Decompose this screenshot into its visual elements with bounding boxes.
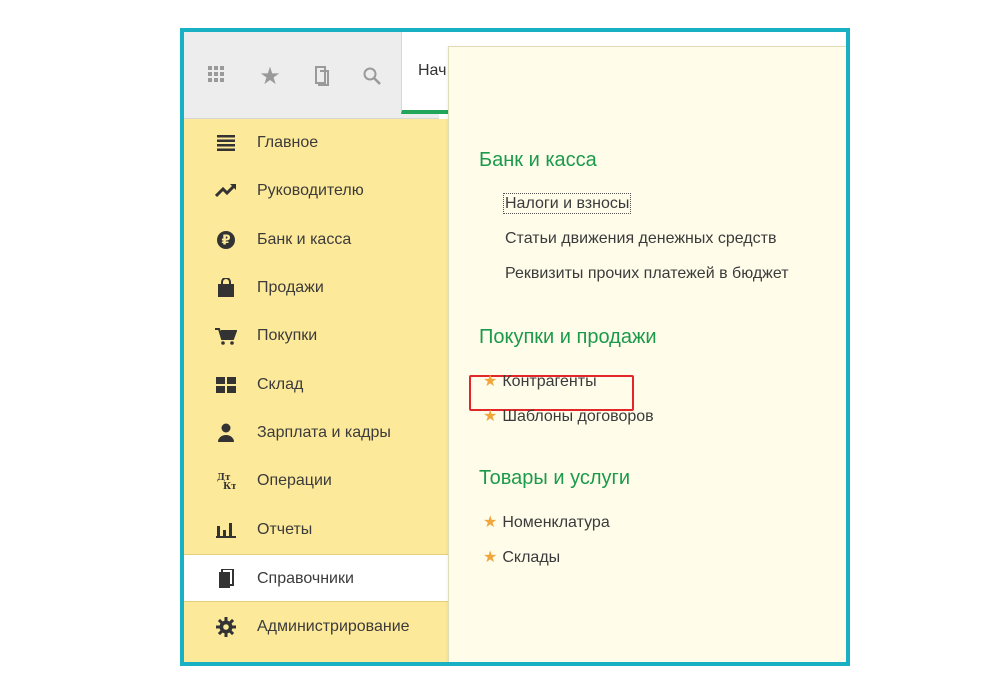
ruble-icon: ₽ bbox=[214, 228, 238, 252]
link-budget-payment-details[interactable]: Реквизиты прочих платежей в бюджет bbox=[505, 265, 789, 283]
dt-kt-icon: Дт Кт bbox=[214, 469, 238, 493]
sidebar-item-bank[interactable]: ₽ Банк и касса bbox=[184, 216, 448, 264]
section-title-goods-services: Товары и услуги bbox=[479, 467, 630, 489]
link-warehouses[interactable]: ★ Склады bbox=[483, 547, 560, 567]
sidebar-item-admin[interactable]: Администрирование bbox=[184, 603, 448, 651]
sidebar-item-purchases[interactable]: Покупки bbox=[184, 312, 448, 360]
link-label: Номенклатура bbox=[502, 514, 610, 531]
sidebar-item-label: Склад bbox=[257, 376, 304, 393]
sidebar-item-label: Операции bbox=[257, 472, 332, 489]
person-icon bbox=[214, 421, 238, 445]
sidebar-item-label: Справочники bbox=[257, 570, 354, 587]
history-icon[interactable] bbox=[308, 62, 336, 90]
sidebar-item-salary[interactable]: Зарплата и кадры bbox=[184, 409, 448, 457]
sidebar-item-references[interactable]: Справочники bbox=[184, 554, 449, 602]
favorite-star-icon: ★ bbox=[483, 373, 498, 390]
bar-chart-icon bbox=[214, 518, 238, 542]
section-title-purchases-sales: Покупки и продажи bbox=[479, 326, 657, 348]
sidebar-item-label: Банк и касса bbox=[257, 231, 352, 248]
section-title-bank: Банк и касса bbox=[479, 149, 597, 171]
sidebar-item-main[interactable]: Главное bbox=[184, 119, 448, 167]
link-label: Налоги и взносы bbox=[502, 193, 632, 214]
link-label: Контрагенты bbox=[502, 373, 597, 390]
favorite-star-icon: ★ bbox=[483, 549, 498, 566]
star-icon[interactable]: ★ bbox=[256, 62, 284, 90]
sidebar-item-reports[interactable]: Отчеты bbox=[184, 506, 448, 554]
sidebar-item-label: Покупки bbox=[257, 327, 318, 344]
apps-grid-icon[interactable] bbox=[204, 62, 232, 90]
link-cash-flow-items[interactable]: Статьи движения денежных средств bbox=[505, 230, 776, 248]
cart-icon bbox=[214, 324, 238, 348]
gear-icon bbox=[214, 615, 238, 639]
link-taxes[interactable]: Налоги и взносы bbox=[502, 193, 632, 214]
top-toolbar: ★ Нач bbox=[184, 32, 461, 119]
sidebar-item-label: Руководителю bbox=[257, 182, 364, 199]
link-contract-templates[interactable]: ★ Шаблоны договоров bbox=[483, 406, 654, 426]
sidebar-item-label: Отчеты bbox=[257, 521, 313, 538]
sidebar-item-label: Администрирование bbox=[257, 618, 410, 635]
shopping-bag-icon bbox=[214, 276, 238, 300]
svg-text:₽: ₽ bbox=[221, 234, 230, 249]
section-panel: Банк и касса Налоги и взносы Статьи движ… bbox=[448, 46, 846, 662]
warehouse-icon bbox=[214, 373, 238, 397]
sidebar-item-operations[interactable]: Дт Кт Операции bbox=[184, 457, 448, 505]
tab-home-label: Нач bbox=[418, 62, 447, 79]
link-nomenclature[interactable]: ★ Номенклатура bbox=[483, 512, 610, 532]
svg-text:Кт: Кт bbox=[223, 482, 236, 491]
sidebar-item-sales[interactable]: Продажи bbox=[184, 264, 448, 312]
favorite-star-icon: ★ bbox=[483, 514, 498, 531]
sidebar-item-warehouse[interactable]: Склад bbox=[184, 361, 448, 409]
sidebar-item-label: Главное bbox=[257, 134, 319, 151]
menu-lines-icon bbox=[214, 131, 238, 155]
link-label: Шаблоны договоров bbox=[502, 408, 654, 425]
sidebar-item-label: Зарплата и кадры bbox=[257, 424, 391, 441]
favorite-star-icon: ★ bbox=[483, 408, 498, 425]
sidebar-item-manager[interactable]: Руководителю bbox=[184, 167, 448, 215]
books-icon bbox=[214, 567, 238, 591]
app-window: ★ Нач Главное Руководителю ₽ Банк и касс… bbox=[180, 28, 850, 666]
search-icon[interactable] bbox=[358, 62, 386, 90]
link-label: Склады bbox=[502, 549, 561, 566]
link-counterparties[interactable]: ★ Контрагенты bbox=[483, 371, 597, 391]
trend-icon bbox=[214, 179, 238, 203]
sidebar-item-label: Продажи bbox=[257, 279, 324, 296]
sidebar: Главное Руководителю ₽ Банк и касса Прод… bbox=[184, 119, 449, 662]
